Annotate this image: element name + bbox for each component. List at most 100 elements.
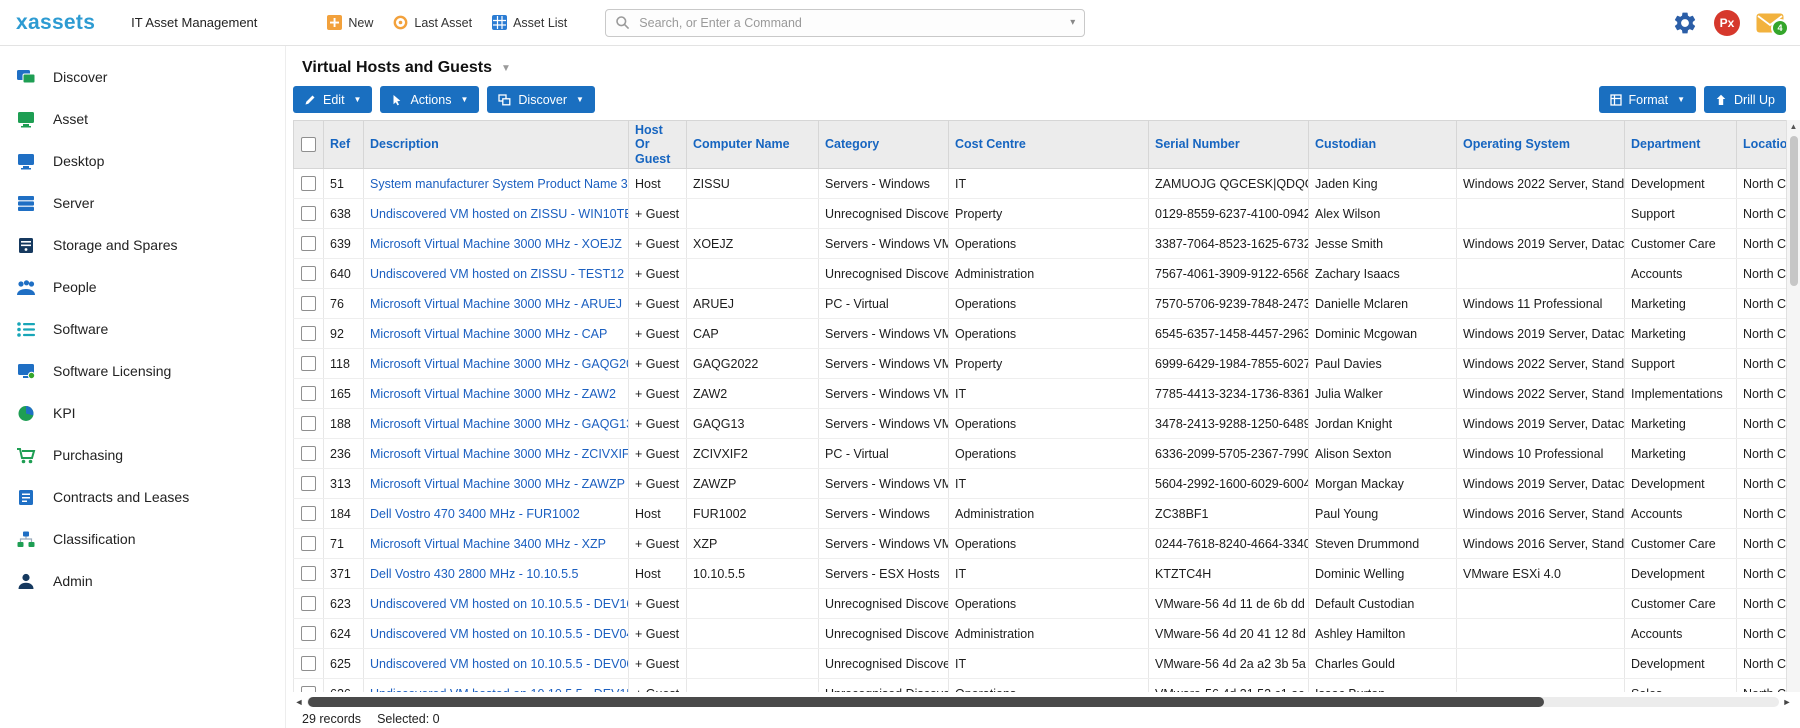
cell-cost: Administration xyxy=(949,499,1149,529)
column-header-description[interactable]: Description xyxy=(364,121,629,169)
row-checkbox[interactable] xyxy=(301,386,316,401)
vertical-scrollbar[interactable]: ▲ xyxy=(1786,120,1800,692)
search-chevron-down-icon[interactable]: ▾ xyxy=(1070,17,1075,28)
asset-description-link[interactable]: Dell Vostro 470 3400 MHz - FUR1002 xyxy=(370,507,580,521)
cell-serial: 3478-2413-9288-1250-6489-94! xyxy=(1149,409,1309,439)
row-checkbox[interactable] xyxy=(301,236,316,251)
sidebar-item-software-licensing[interactable]: Software Licensing xyxy=(0,350,285,392)
row-checkbox[interactable] xyxy=(301,536,316,551)
edit-button[interactable]: Edit ▼ xyxy=(293,86,372,113)
scroll-right-icon[interactable]: ► xyxy=(1781,697,1793,707)
vertical-scrollbar-thumb[interactable] xyxy=(1790,136,1798,286)
sidebar-item-purchasing[interactable]: Purchasing xyxy=(0,434,285,476)
asset-description-link[interactable]: Microsoft Virtual Machine 3000 MHz - CAP xyxy=(370,327,607,341)
sidebar-item-storage-and-spares[interactable]: Storage and Spares xyxy=(0,224,285,266)
sidebar-item-label: Asset xyxy=(53,111,88,127)
actions-button[interactable]: Actions ▼ xyxy=(380,86,479,113)
row-checkbox[interactable] xyxy=(301,656,316,671)
sidebar-item-discover[interactable]: Discover xyxy=(0,56,285,98)
settings-gear-icon[interactable] xyxy=(1672,10,1698,36)
scroll-up-icon[interactable]: ▲ xyxy=(1787,120,1800,134)
row-checkbox[interactable] xyxy=(301,626,316,641)
row-checkbox[interactable] xyxy=(301,446,316,461)
asset-list-grid-icon xyxy=(492,15,507,30)
row-checkbox[interactable] xyxy=(301,596,316,611)
sidebar-item-contracts-and-leases[interactable]: Contracts and Leases xyxy=(0,476,285,518)
column-header-custodian[interactable]: Custodian xyxy=(1309,121,1457,169)
discover-button[interactable]: Discover ▼ xyxy=(487,86,595,113)
row-checkbox[interactable] xyxy=(301,266,316,281)
asset-description-link[interactable]: Undiscovered VM hosted on 10.10.5.5 - DE… xyxy=(370,687,629,692)
table-row: 626Undiscovered VM hosted on 10.10.5.5 -… xyxy=(294,679,1800,692)
search-input[interactable] xyxy=(637,15,1063,31)
column-header-department[interactable]: Department xyxy=(1625,121,1737,169)
horizontal-scrollbar-track[interactable] xyxy=(307,697,1779,707)
row-checkbox-cell xyxy=(294,469,324,499)
row-checkbox[interactable] xyxy=(301,176,316,191)
column-header-category[interactable]: Category xyxy=(819,121,949,169)
row-checkbox-cell xyxy=(294,229,324,259)
search-box[interactable]: ▾ xyxy=(605,9,1085,37)
sidebar-item-asset[interactable]: Asset xyxy=(0,98,285,140)
asset-description-link[interactable]: Microsoft Virtual Machine 3000 MHz - ARU… xyxy=(370,297,622,311)
asset-description-link[interactable]: Microsoft Virtual Machine 3000 MHz - ZCI… xyxy=(370,447,629,461)
cell-category: Servers - Windows VM xyxy=(819,409,949,439)
asset-description-link[interactable]: Microsoft Virtual Machine 3000 MHz - ZAW… xyxy=(370,387,616,401)
asset-list-button[interactable]: Asset List xyxy=(492,15,567,30)
column-header-os[interactable]: Operating System xyxy=(1457,121,1625,169)
horizontal-scrollbar[interactable]: ◄ ► xyxy=(293,694,1793,710)
asset-description-link[interactable]: Undiscovered VM hosted on 10.10.5.5 - DE… xyxy=(370,597,629,611)
mail-icon[interactable]: 4 xyxy=(1756,13,1784,33)
cell-description: Undiscovered VM hosted on ZISSU - WIN10T… xyxy=(364,199,629,229)
row-checkbox[interactable] xyxy=(301,566,316,581)
asset-description-link[interactable]: Microsoft Virtual Machine 3000 MHz - ZAW… xyxy=(370,477,625,491)
select-all-checkbox[interactable] xyxy=(301,137,316,152)
column-header-ref[interactable]: Ref xyxy=(324,121,364,169)
format-button[interactable]: Format ▼ xyxy=(1599,86,1697,113)
sidebar-item-server[interactable]: Server xyxy=(0,182,285,224)
table-row: 313Microsoft Virtual Machine 3000 MHz - … xyxy=(294,469,1800,499)
column-header-computer[interactable]: Computer Name xyxy=(687,121,819,169)
sidebar-item-admin[interactable]: Admin xyxy=(0,560,285,602)
cell-custodian: Morgan Mackay xyxy=(1309,469,1457,499)
cell-category: Servers - Windows VM xyxy=(819,229,949,259)
asset-description-link[interactable]: Undiscovered VM hosted on ZISSU - TEST12 xyxy=(370,267,624,281)
table-row: 640Undiscovered VM hosted on ZISSU - TES… xyxy=(294,259,1800,289)
drill-up-button[interactable]: Drill Up xyxy=(1704,86,1786,113)
cell-category: Unrecognised Discovered xyxy=(819,259,949,289)
asset-description-link[interactable]: Microsoft Virtual Machine 3400 MHz - XZP xyxy=(370,537,606,551)
asset-description-link[interactable]: Microsoft Virtual Machine 3000 MHz - XOE… xyxy=(370,237,622,251)
sidebar-item-desktop[interactable]: Desktop xyxy=(0,140,285,182)
horizontal-scrollbar-thumb[interactable] xyxy=(308,697,1544,707)
sidebar-item-people[interactable]: People xyxy=(0,266,285,308)
cell-department: Development xyxy=(1625,469,1737,499)
column-header-serial[interactable]: Serial Number xyxy=(1149,121,1309,169)
row-checkbox[interactable] xyxy=(301,416,316,431)
row-checkbox[interactable] xyxy=(301,686,316,692)
asset-description-link[interactable]: Undiscovered VM hosted on 10.10.5.5 - DE… xyxy=(370,657,629,671)
asset-description-link[interactable]: System manufacturer System Product Name … xyxy=(370,177,629,191)
row-checkbox[interactable] xyxy=(301,356,316,371)
row-checkbox[interactable] xyxy=(301,506,316,521)
sidebar-item-software[interactable]: Software xyxy=(0,308,285,350)
sidebar-item-kpi[interactable]: KPI xyxy=(0,392,285,434)
last-asset-button[interactable]: Last Asset xyxy=(393,15,472,30)
cell-ref: 638 xyxy=(324,199,364,229)
asset-description-link[interactable]: Undiscovered VM hosted on ZISSU - WIN10T… xyxy=(370,207,629,221)
asset-description-link[interactable]: Dell Vostro 430 2800 MHz - 10.10.5.5 xyxy=(370,567,578,581)
app-logo[interactable]: xassets xyxy=(16,11,95,35)
scroll-left-icon[interactable]: ◄ xyxy=(293,697,305,707)
column-header-host[interactable]: Host Or Guest xyxy=(629,121,687,169)
asset-description-link[interactable]: Undiscovered VM hosted on 10.10.5.5 - DE… xyxy=(370,627,629,641)
profile-avatar[interactable]: Px xyxy=(1714,10,1740,36)
row-checkbox[interactable] xyxy=(301,296,316,311)
row-checkbox[interactable] xyxy=(301,206,316,221)
row-checkbox[interactable] xyxy=(301,476,316,491)
column-header-cost[interactable]: Cost Centre xyxy=(949,121,1149,169)
new-button[interactable]: New xyxy=(327,15,373,30)
sidebar-item-classification[interactable]: Classification xyxy=(0,518,285,560)
row-checkbox[interactable] xyxy=(301,326,316,341)
title-dropdown-icon[interactable]: ▼ xyxy=(501,63,511,74)
asset-description-link[interactable]: Microsoft Virtual Machine 3000 MHz - GAQ… xyxy=(370,357,629,371)
asset-description-link[interactable]: Microsoft Virtual Machine 3000 MHz - GAQ… xyxy=(370,417,629,431)
